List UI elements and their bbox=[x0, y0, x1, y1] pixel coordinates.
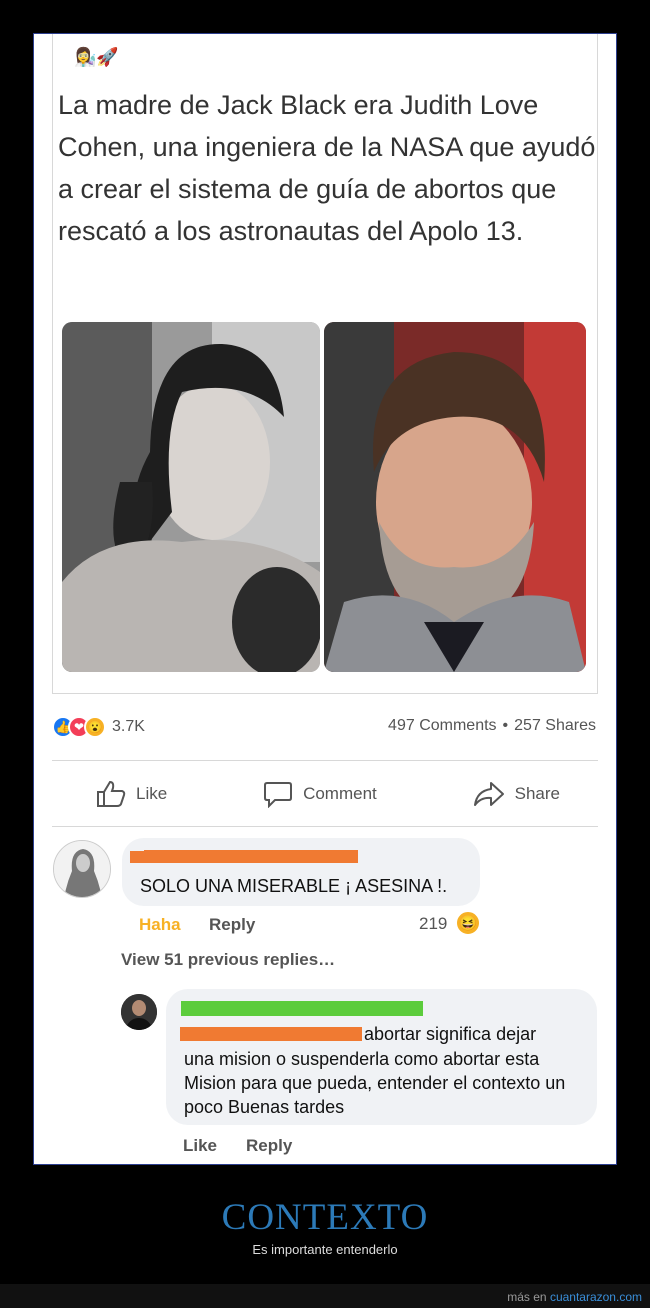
wow-reaction-icon: 😮 bbox=[84, 716, 106, 738]
divider bbox=[52, 826, 598, 827]
redacted-name-bar bbox=[144, 850, 358, 856]
share-button[interactable]: Share bbox=[473, 774, 560, 814]
screenshot-frame: 👩‍🔬🚀 La madre de Jack Black era Judith L… bbox=[33, 33, 617, 1165]
commenter-avatar[interactable] bbox=[53, 840, 111, 898]
post-text: La madre de Jack Black era Judith Love C… bbox=[58, 90, 596, 246]
share-label: Share bbox=[514, 784, 560, 803]
reply-link[interactable]: Reply bbox=[209, 915, 255, 935]
redacted-name-bar bbox=[181, 1001, 423, 1016]
stats-separator: • bbox=[502, 717, 509, 734]
reaction-summary[interactable]: 👍 ❤ 😮 3.7K bbox=[52, 714, 145, 740]
divider bbox=[52, 760, 598, 761]
meme-subtitle: Es importante entenderlo bbox=[252, 1242, 398, 1257]
share-icon bbox=[473, 782, 504, 806]
comment-reaction-count: 219 bbox=[419, 914, 448, 933]
photo-jack-black[interactable] bbox=[324, 322, 586, 672]
redacted-name-bar bbox=[180, 1027, 362, 1041]
comments-count[interactable]: 497 Comments bbox=[388, 717, 497, 735]
post-emojis: 👩‍🔬🚀 bbox=[74, 47, 119, 67]
comment-icon bbox=[264, 782, 293, 808]
photo-judith-love-cohen[interactable] bbox=[62, 322, 320, 672]
replier-avatar[interactable] bbox=[121, 994, 157, 1030]
reply-text-first-line: abortar significa dejar bbox=[364, 1024, 537, 1044]
view-previous-replies-link[interactable]: View 51 previous replies… bbox=[121, 950, 335, 970]
comment-button[interactable]: Comment bbox=[263, 774, 377, 814]
meme-title: CONTEXTO bbox=[221, 1197, 429, 1238]
shares-count[interactable]: 257 Shares bbox=[514, 717, 596, 735]
reply-like-link[interactable]: Like bbox=[183, 1136, 217, 1156]
reply-text: una mision o suspenderla como abortar es… bbox=[184, 1049, 566, 1117]
haha-reaction-link[interactable]: Haha bbox=[139, 915, 181, 935]
comment-label: Comment bbox=[303, 784, 377, 803]
like-button[interactable]: Like bbox=[96, 774, 167, 814]
comment-text: SOLO UNA MISERABLE ¡ ASESINA !. bbox=[140, 876, 448, 896]
haha-reaction-icon: 😆 bbox=[455, 910, 481, 936]
post-stats: 497 Comments • 257 Shares bbox=[388, 717, 596, 735]
reaction-count: 3.7K bbox=[112, 718, 145, 735]
post-action-bar: Like Comment Share bbox=[52, 774, 598, 814]
thumbs-up-icon bbox=[97, 780, 126, 807]
credit-prefix: más en bbox=[507, 1290, 547, 1304]
like-label: Like bbox=[136, 784, 168, 803]
reply-reply-link[interactable]: Reply bbox=[246, 1136, 292, 1156]
site-credit: más en cuantarazon.com bbox=[507, 1290, 642, 1304]
site-link[interactable]: cuantarazon.com bbox=[550, 1290, 642, 1304]
